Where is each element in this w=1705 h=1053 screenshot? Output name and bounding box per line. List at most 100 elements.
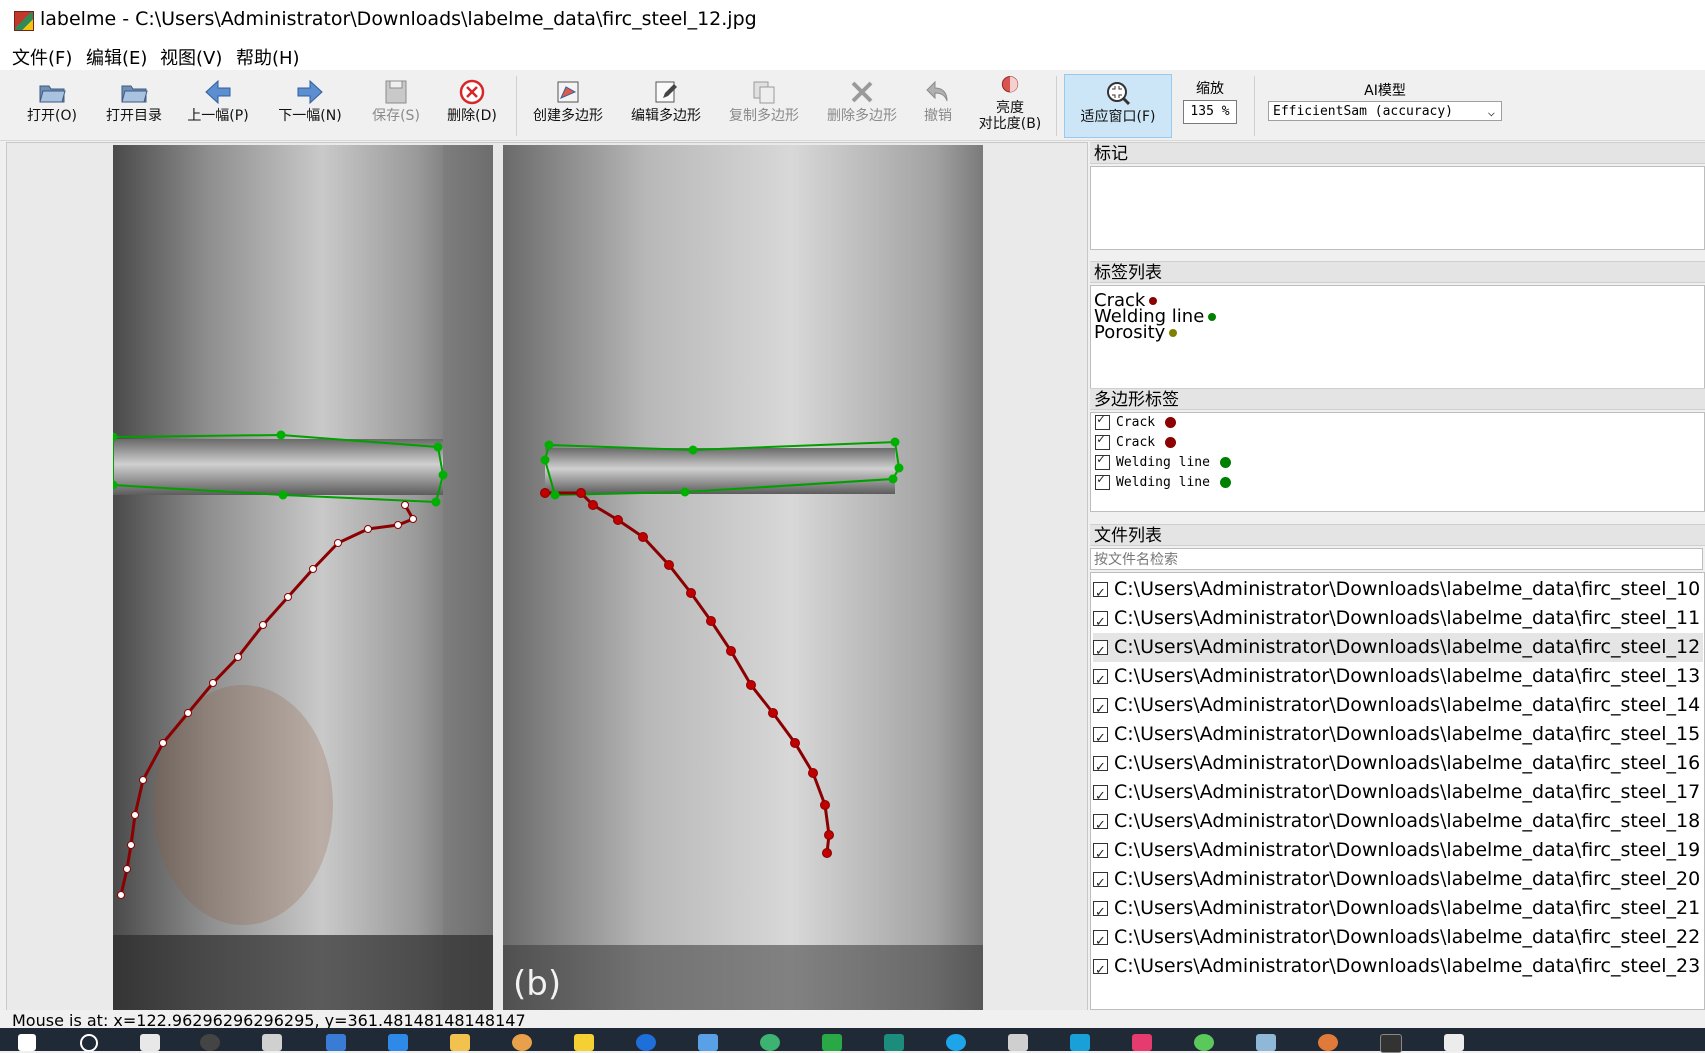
save-button[interactable]: 保存(S) <box>354 74 438 136</box>
file-list[interactable]: C:\Users\Administrator\Downloads\labelme… <box>1090 572 1705 1010</box>
polygon-vertex[interactable] <box>123 865 131 873</box>
file-list-item[interactable]: C:\Users\Administrator\Downloads\labelme… <box>1093 923 1703 956</box>
polygon-vertex[interactable] <box>276 430 286 440</box>
checkbox[interactable] <box>1093 869 1108 898</box>
polygon-vertex[interactable] <box>746 680 756 690</box>
image-canvas[interactable]: (b) <box>6 142 1088 1012</box>
polygon-vertex[interactable] <box>131 811 139 819</box>
checkbox[interactable] <box>1095 452 1110 470</box>
polygon-vertex[interactable] <box>820 800 830 810</box>
taskbar-app-icon[interactable] <box>1132 1034 1152 1051</box>
polygon-item[interactable]: Crack <box>1095 432 1177 455</box>
file-list-item[interactable]: C:\Users\Administrator\Downloads\labelme… <box>1093 691 1703 724</box>
polygon-vertex[interactable] <box>544 440 554 450</box>
checkbox[interactable] <box>1093 782 1108 811</box>
checkbox[interactable] <box>1093 579 1108 608</box>
checkbox[interactable] <box>1093 753 1108 782</box>
polygon-vertex[interactable] <box>638 532 648 542</box>
polygon-vertex[interactable] <box>184 709 192 717</box>
polygon-vertex[interactable] <box>209 679 217 687</box>
polygon-vertex[interactable] <box>139 776 147 784</box>
checkbox[interactable] <box>1093 956 1108 985</box>
fit-window-button[interactable]: 适应窗口(F) <box>1064 74 1172 138</box>
polygon-vertex[interactable] <box>127 841 135 849</box>
polygon-vertex[interactable] <box>401 501 409 509</box>
menu-help[interactable]: 帮助(H) <box>236 44 300 70</box>
taskbar-app-icon[interactable] <box>822 1034 842 1051</box>
polygon-vertex[interactable] <box>433 442 443 452</box>
polygon-vertex[interactable] <box>409 515 417 523</box>
delete-polygon-button[interactable]: 删除多边形 <box>820 74 904 136</box>
polygon-vertex[interactable] <box>540 455 550 465</box>
polygon-vertex[interactable] <box>278 490 288 500</box>
file-list-item[interactable]: C:\Users\Administrator\Downloads\labelme… <box>1093 604 1703 637</box>
labels-panel[interactable]: Crack Welding line Porosity <box>1090 285 1705 399</box>
flags-panel[interactable] <box>1090 166 1705 250</box>
polygon-vertex[interactable] <box>334 539 342 547</box>
menu-file[interactable]: 文件(F) <box>12 44 72 70</box>
taskbar-app-icon[interactable] <box>326 1034 346 1051</box>
checkbox[interactable] <box>1093 695 1108 724</box>
file-list-item[interactable]: C:\Users\Administrator\Downloads\labelme… <box>1093 952 1703 985</box>
polygon-vertex[interactable] <box>309 565 317 573</box>
edit-polygon-button[interactable]: 编辑多边形 <box>624 74 708 136</box>
polygon-item[interactable]: Welding line <box>1095 452 1231 475</box>
copy-polygon-button[interactable]: 复制多边形 <box>722 74 806 136</box>
taskbar-app-icon[interactable] <box>636 1034 656 1051</box>
search-icon[interactable] <box>80 1034 98 1052</box>
taskbar-app-icon[interactable] <box>946 1034 966 1051</box>
polygon-vertex[interactable] <box>768 708 778 718</box>
polygon-vertex[interactable] <box>394 521 402 529</box>
open-dir-button[interactable]: 打开目录 <box>92 74 176 136</box>
polygon-vertex[interactable] <box>540 488 550 498</box>
taskbar-app-icon[interactable] <box>200 1034 220 1051</box>
polygon-vertex[interactable] <box>726 646 736 656</box>
taskbar-app-icon[interactable] <box>760 1034 780 1051</box>
polygon-vertex[interactable] <box>117 891 125 899</box>
ai-model-select[interactable]: EfficientSam (accuracy) ⌵ <box>1268 101 1502 121</box>
polygon-vertex[interactable] <box>613 515 623 525</box>
mail-icon[interactable] <box>698 1034 718 1051</box>
polygon-vertex[interactable] <box>680 487 690 497</box>
polygon-vertex[interactable] <box>824 830 834 840</box>
checkbox[interactable] <box>1095 472 1110 490</box>
next-image-button[interactable]: 下一幅(N) <box>268 74 352 136</box>
polygon-vertex[interactable] <box>438 470 448 480</box>
taskbar-app-icon[interactable] <box>574 1034 594 1051</box>
create-polygon-button[interactable]: 创建多边形 <box>526 74 610 136</box>
image-svg[interactable]: (b) <box>113 145 983 1011</box>
checkbox[interactable] <box>1095 413 1110 430</box>
terminal-icon[interactable] <box>1380 1034 1402 1053</box>
menu-edit[interactable]: 编辑(E) <box>86 44 147 70</box>
polygon-vertex[interactable] <box>576 488 586 498</box>
checkbox[interactable] <box>1093 840 1108 869</box>
checkbox[interactable] <box>1093 608 1108 637</box>
checkbox[interactable] <box>1093 724 1108 753</box>
open-button[interactable]: 打开(O) <box>10 74 94 136</box>
taskbar-app-icon[interactable] <box>262 1034 282 1051</box>
checkbox[interactable] <box>1093 666 1108 695</box>
checkbox[interactable] <box>1093 811 1108 840</box>
taskbar-app-icon[interactable] <box>512 1034 532 1051</box>
polygon-vertex[interactable] <box>364 525 372 533</box>
taskbar-app-icon[interactable] <box>1194 1034 1214 1051</box>
taskbar-app-icon[interactable] <box>388 1034 408 1051</box>
polygon-vertex[interactable] <box>664 560 674 570</box>
polygon-vertex[interactable] <box>588 500 598 510</box>
polygon-vertex[interactable] <box>888 474 898 484</box>
file-list-item[interactable]: C:\Users\Administrator\Downloads\labelme… <box>1093 633 1703 666</box>
polygon-vertex[interactable] <box>790 738 800 748</box>
file-list-item[interactable]: C:\Users\Administrator\Downloads\labelme… <box>1093 720 1703 753</box>
file-list-item[interactable]: C:\Users\Administrator\Downloads\labelme… <box>1093 778 1703 811</box>
taskbar-app-icon[interactable] <box>1008 1034 1028 1051</box>
polygon-vertex[interactable] <box>686 588 696 598</box>
polygon-vertex[interactable] <box>113 432 118 442</box>
polygon-vertex[interactable] <box>234 653 242 661</box>
label-item-porosity[interactable]: Porosity <box>1094 324 1178 342</box>
polygon-vertex[interactable] <box>113 480 118 490</box>
polygon-vertex[interactable] <box>550 490 560 500</box>
start-icon[interactable] <box>18 1034 36 1051</box>
taskbar-app-icon[interactable] <box>140 1034 160 1051</box>
folder-icon[interactable] <box>450 1034 470 1051</box>
polygon-vertex[interactable] <box>159 739 167 747</box>
